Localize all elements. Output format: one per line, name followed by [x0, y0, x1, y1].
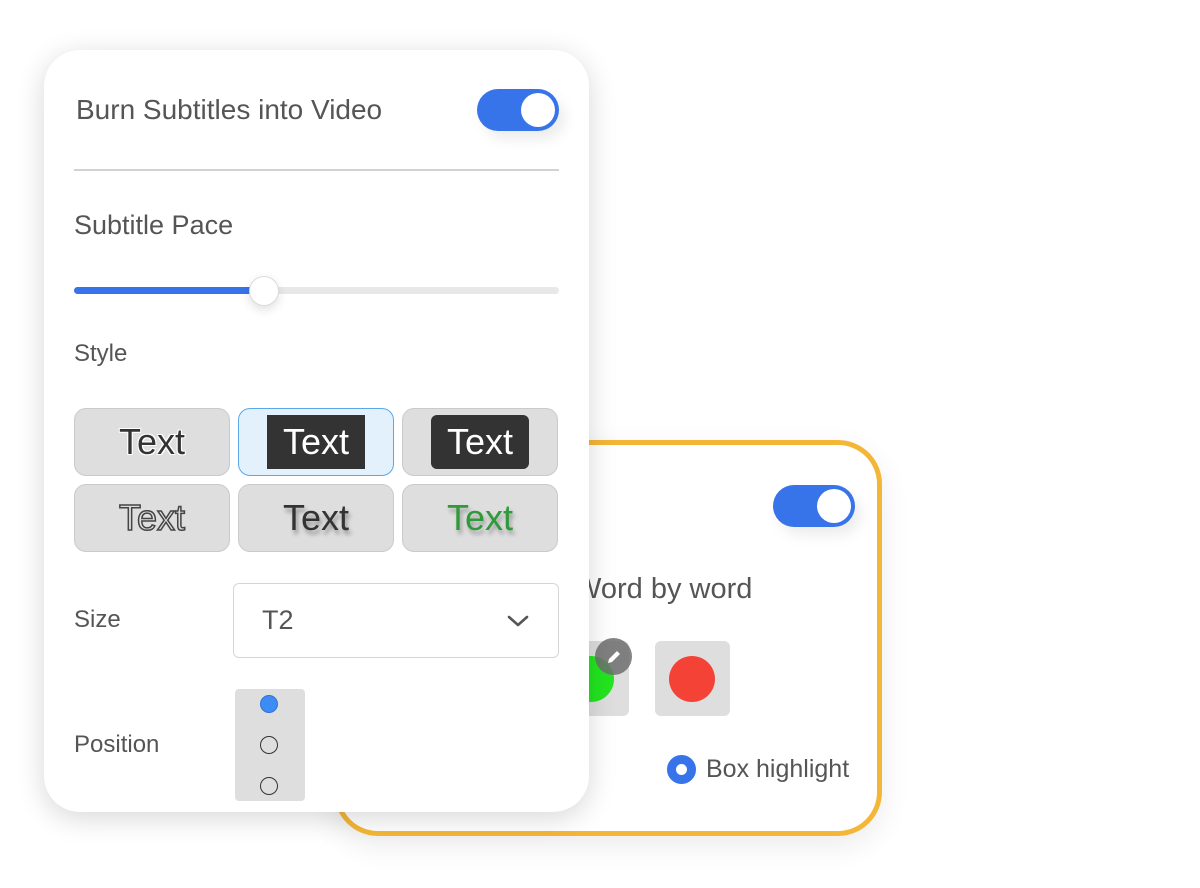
burn-subtitles-toggle[interactable]	[477, 89, 559, 131]
style-option-drop-shadow[interactable]: Text	[238, 484, 394, 552]
style-preview-text: Text	[266, 415, 366, 469]
radio-selected-icon	[667, 755, 696, 784]
style-preview-text: Text	[282, 497, 350, 538]
size-select-value: T2	[262, 605, 294, 635]
subtitle-settings-card: Burn Subtitles into Video Subtitle Pace …	[44, 50, 589, 812]
style-preview-text: Text	[118, 421, 186, 462]
toggle-knob	[817, 489, 851, 523]
toggle-knob	[521, 93, 555, 127]
size-select[interactable]: T2	[233, 583, 559, 658]
style-option-dark-rounded-box[interactable]: Text	[402, 408, 558, 476]
color-swatch-red[interactable]	[655, 641, 730, 716]
style-options-grid: Text Text Text Text Text Text	[74, 408, 559, 552]
position-label: Position	[74, 731, 160, 758]
position-picker	[235, 689, 305, 801]
style-option-dark-box[interactable]: Text	[238, 408, 394, 476]
position-option-bottom[interactable]	[260, 777, 278, 795]
style-option-hollow-outline[interactable]: Text	[74, 484, 230, 552]
burn-subtitles-label: Burn Subtitles into Video	[76, 94, 383, 125]
style-preview-text: Text	[118, 496, 186, 539]
subtitle-pace-label: Subtitle Pace	[74, 210, 234, 240]
style-label: Style	[74, 340, 128, 367]
color-dot	[669, 656, 715, 702]
position-option-top[interactable]	[260, 695, 278, 713]
position-option-middle[interactable]	[260, 736, 278, 754]
slider-thumb[interactable]	[249, 276, 280, 306]
style-option-green-shadow[interactable]: Text	[402, 484, 558, 552]
style-option-white-outline[interactable]: Text	[74, 408, 230, 476]
slider-fill	[74, 287, 264, 294]
pencil-icon[interactable]	[595, 638, 632, 675]
subtitle-pace-slider[interactable]	[74, 274, 559, 306]
chevron-down-icon	[506, 605, 530, 636]
highlight-option-box[interactable]: Box highlight	[667, 755, 849, 784]
highlight-toggle[interactable]	[773, 485, 855, 527]
size-label: Size	[74, 606, 121, 633]
style-preview-text: Text	[446, 497, 514, 538]
style-preview-text: Text	[430, 415, 530, 469]
divider	[74, 169, 559, 171]
